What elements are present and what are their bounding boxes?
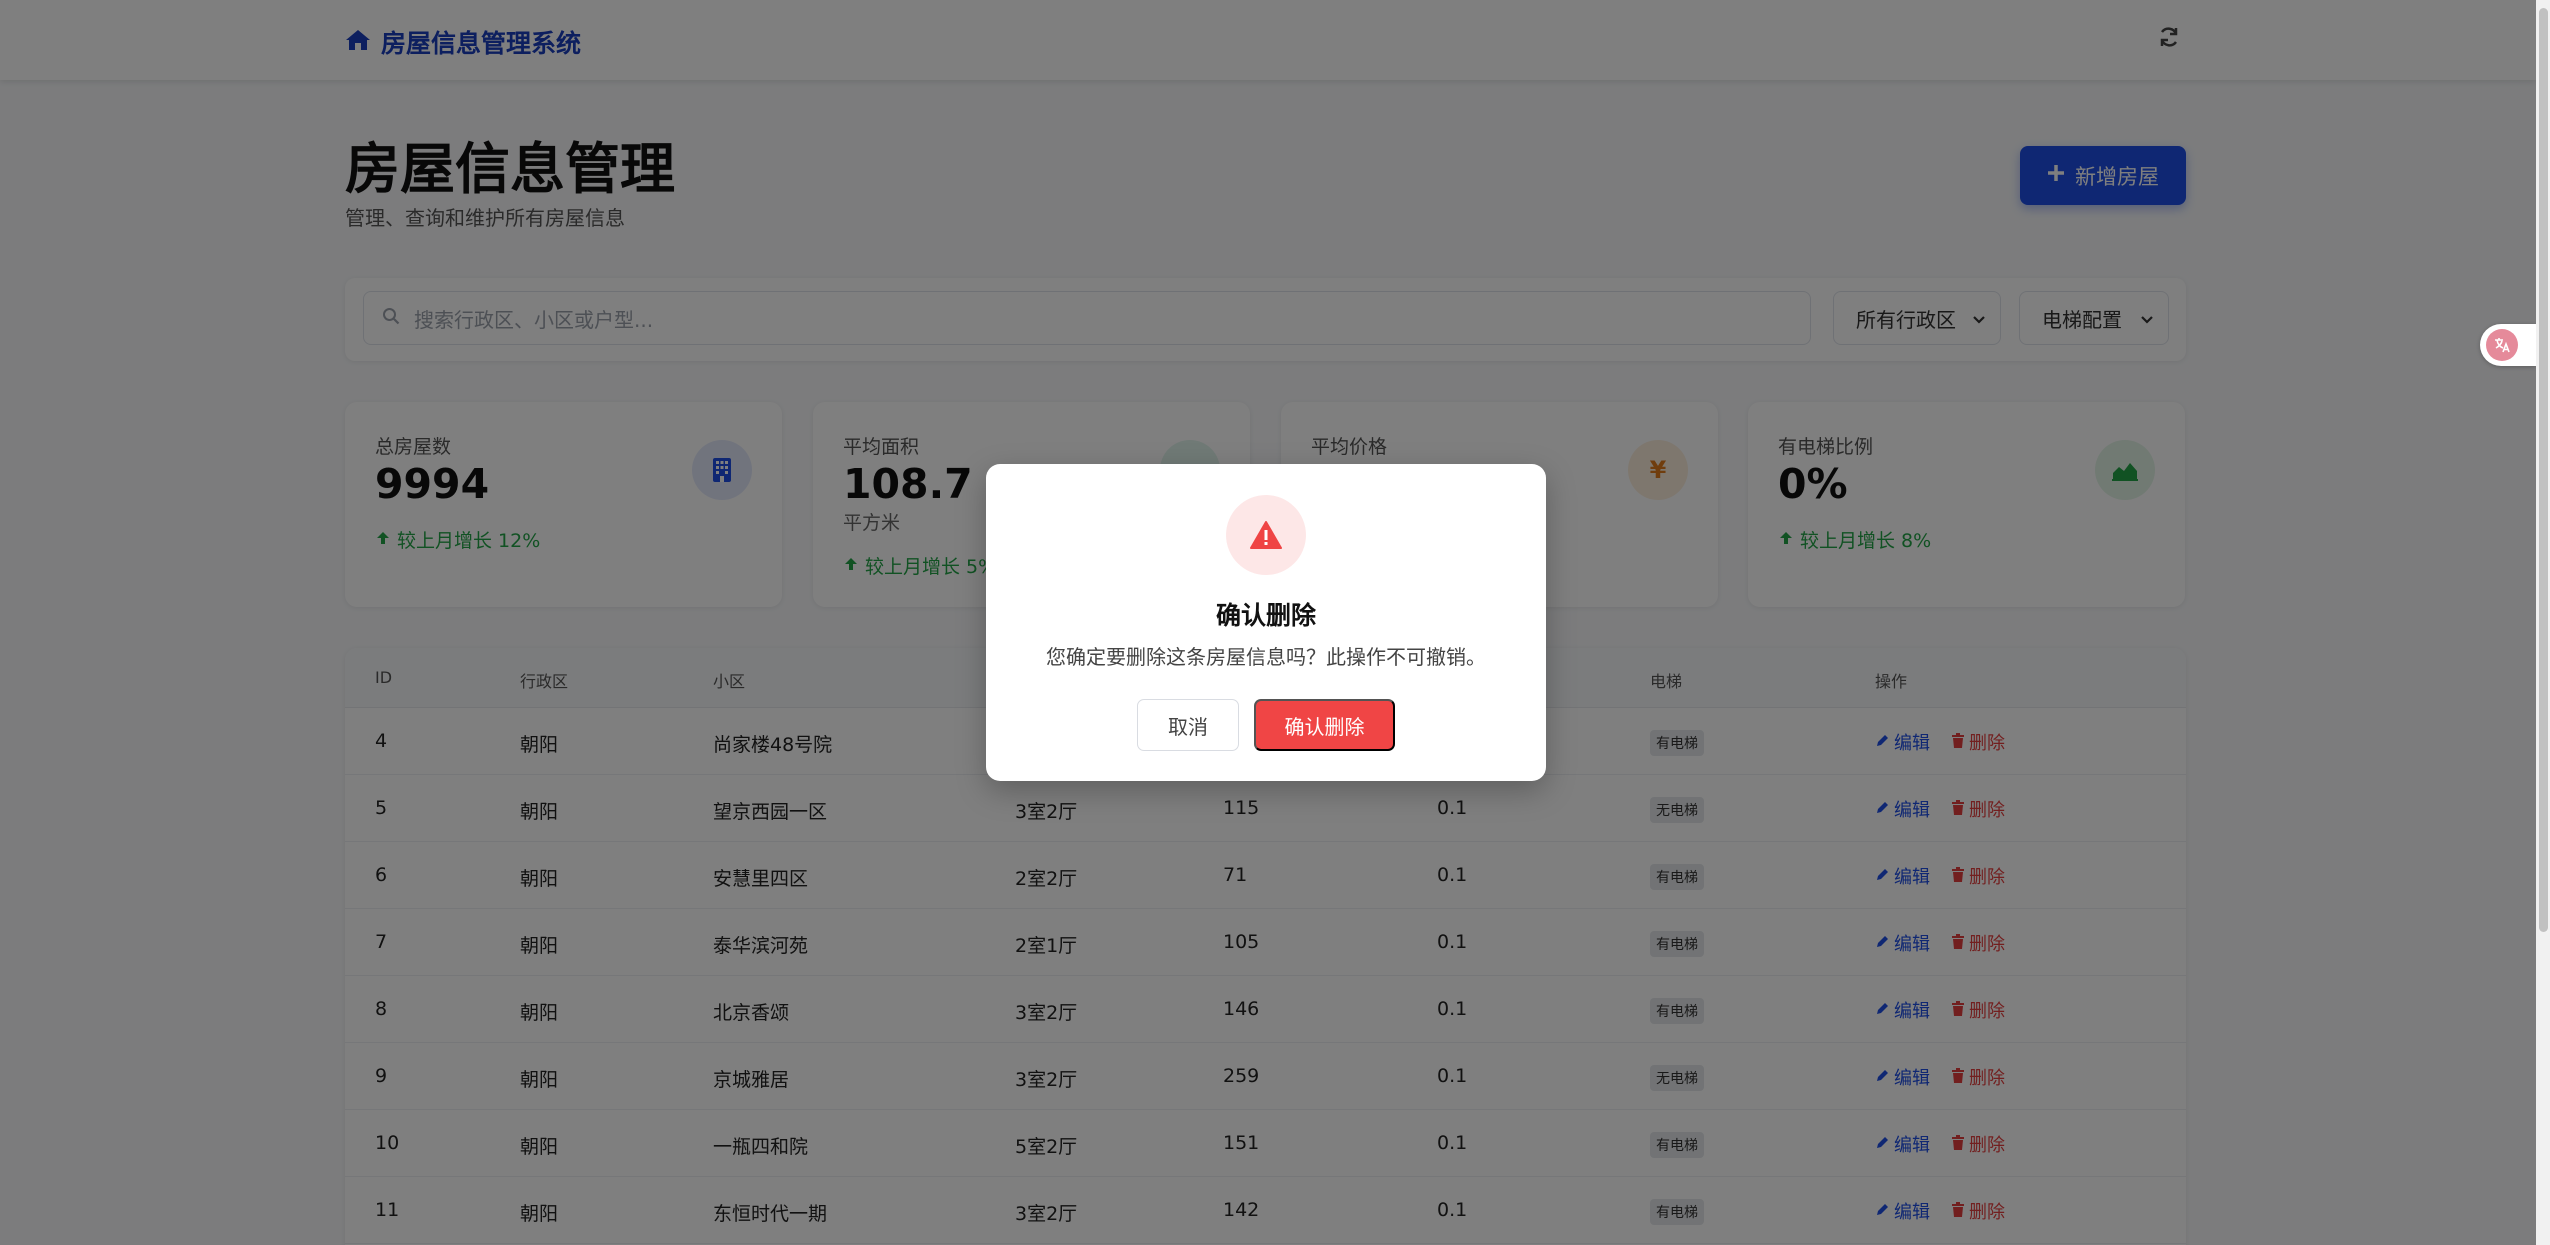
cancel-button[interactable]: 取消 xyxy=(1137,699,1239,751)
warning-icon xyxy=(1226,495,1306,575)
translate-widget[interactable] xyxy=(2480,324,2536,366)
scrollbar-thumb[interactable] xyxy=(2539,8,2548,932)
confirm-delete-button[interactable]: 确认删除 xyxy=(1254,699,1395,751)
confirm-delete-dialog: 确认删除 您确定要删除这条房屋信息吗？此操作不可撤销。 取消 确认删除 xyxy=(986,464,1546,781)
dialog-title: 确认删除 xyxy=(1215,601,1316,630)
translate-icon xyxy=(2486,329,2518,361)
dialog-message: 您确定要删除这条房屋信息吗？此操作不可撤销。 xyxy=(1046,645,1486,669)
